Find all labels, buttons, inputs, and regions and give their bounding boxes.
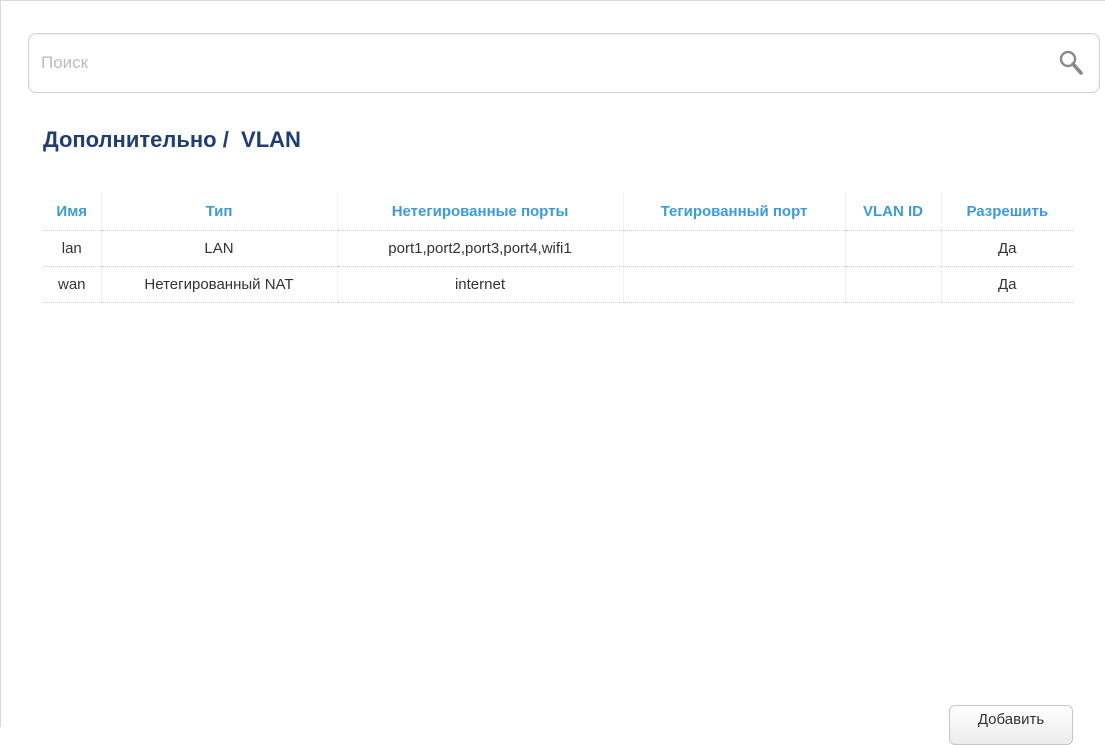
vlan-table: Имя Тип Нетегированные порты Тегированны…	[43, 193, 1073, 303]
column-header-tagged-port: Тегированный порт	[622, 193, 845, 231]
search-box	[28, 33, 1100, 93]
column-header-vlan-id: VLAN ID	[844, 193, 941, 231]
cell-name: wan	[43, 266, 101, 303]
table-row[interactable]: wan Нетегированный NAT internet Да	[43, 266, 1073, 303]
column-header-type: Тип	[100, 193, 337, 231]
search-icon[interactable]	[1057, 49, 1085, 77]
content-panel: Дополнительно / VLAN Имя Тип Нетегирован…	[0, 0, 1105, 745]
table-header-row: Имя Тип Нетегированные порты Тегированны…	[43, 193, 1073, 231]
search-input[interactable]	[41, 34, 1001, 92]
table-row[interactable]: lan LAN port1,port2,port3,port4,wifi1 Да	[43, 230, 1073, 267]
cell-tagged-port	[622, 230, 845, 267]
cell-type: Нетегированный NAT	[100, 266, 337, 303]
cell-tagged-port	[622, 266, 845, 303]
cell-type: LAN	[100, 230, 337, 267]
column-header-untagged-ports: Нетегированные порты	[336, 193, 623, 231]
column-header-enable: Разрешить	[940, 193, 1073, 231]
cell-untagged-ports: internet	[336, 266, 623, 303]
cell-untagged-ports: port1,port2,port3,port4,wifi1	[336, 230, 623, 267]
add-button[interactable]: Добавить	[949, 705, 1073, 745]
cell-enable: Да	[940, 230, 1073, 267]
page-title: Дополнительно / VLAN	[43, 127, 301, 152]
cell-vlan-id	[844, 266, 941, 303]
column-header-name: Имя	[43, 193, 101, 231]
cell-name: lan	[43, 230, 101, 267]
cell-enable: Да	[940, 266, 1073, 303]
cell-vlan-id	[844, 230, 941, 267]
